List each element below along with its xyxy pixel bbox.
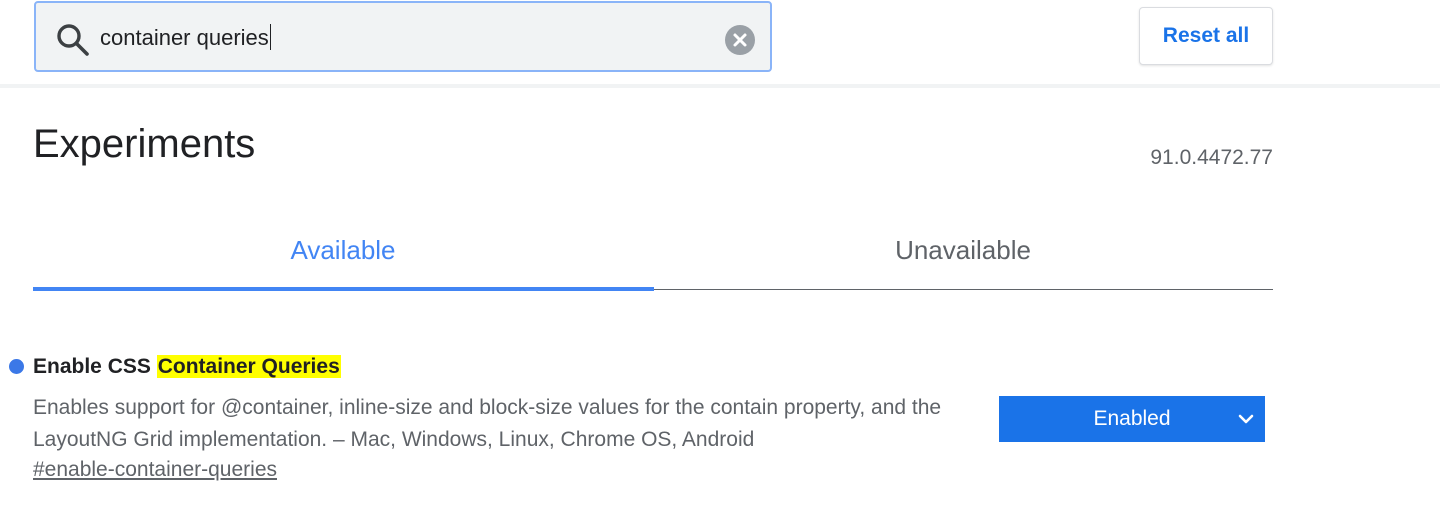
clear-icon[interactable]	[725, 25, 755, 55]
search-input[interactable]: container queries	[34, 1, 772, 72]
chevron-down-icon	[1238, 414, 1254, 424]
search-icon	[57, 24, 89, 56]
tab-available[interactable]: Available	[33, 210, 653, 290]
selected-option: Enabled	[1093, 407, 1171, 430]
experiment-permalink[interactable]: #enable-container-queries	[33, 457, 277, 483]
reset-all-button[interactable]: Reset all	[1139, 7, 1273, 65]
version-number: 91.0.4472.77	[1150, 146, 1273, 169]
header-bar: container queries Reset all	[0, 0, 1440, 88]
tab-bar: Available Unavailable	[33, 210, 1273, 291]
experiment-item: Enable CSS Container Queries Enables sup…	[0, 350, 1440, 500]
page-title: Experiments	[33, 122, 256, 166]
experiment-description: Enables support for @container, inline-s…	[33, 396, 942, 451]
experiment-state-select[interactable]: Enabled	[999, 396, 1265, 442]
search-value: container queries	[100, 24, 271, 50]
active-tab-indicator	[33, 287, 654, 291]
search-match-highlight: Container Queries	[156, 355, 341, 378]
modified-indicator-dot	[9, 359, 24, 374]
experiment-title-prefix: Enable CSS	[33, 355, 157, 378]
tab-unavailable[interactable]: Unavailable	[653, 210, 1273, 290]
text-caret	[269, 24, 271, 50]
experiment-title: Enable CSS Container Queries	[33, 354, 341, 380]
